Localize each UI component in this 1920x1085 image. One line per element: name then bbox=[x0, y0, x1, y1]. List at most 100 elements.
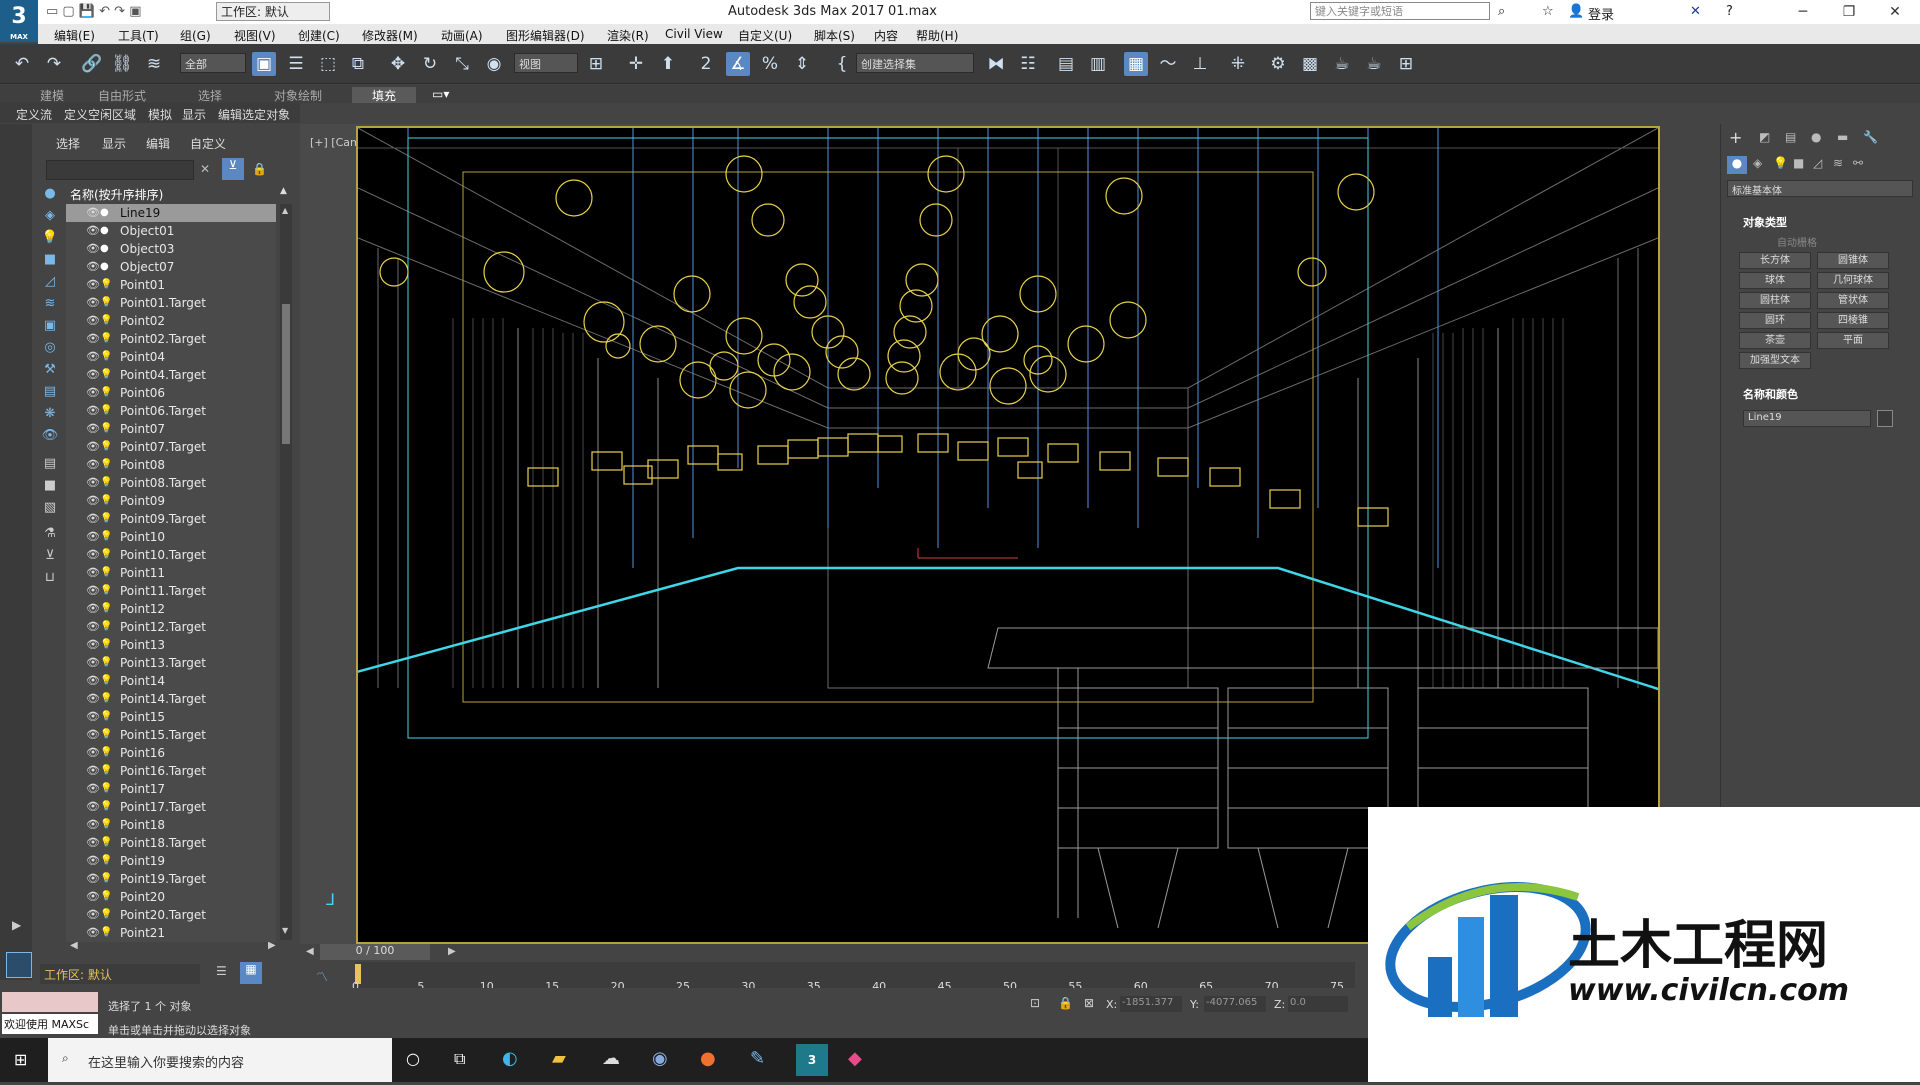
display-bones-icon[interactable]: ⚒ bbox=[40, 362, 60, 380]
redo-icon[interactable]: ↷ bbox=[42, 52, 66, 76]
column-header[interactable]: 名称(按升序排序) bbox=[70, 186, 163, 203]
visibility-eye-icon[interactable]: 👁 bbox=[86, 330, 100, 348]
explorer-row[interactable]: 👁 💡 Point15 bbox=[66, 708, 276, 726]
filter-funnel-icon[interactable]: ⊻ bbox=[40, 548, 60, 566]
hierarchy-icon[interactable]: ▧ bbox=[40, 500, 60, 518]
app-icon-1[interactable]: ☁ bbox=[602, 1048, 620, 1069]
menu-edit[interactable]: 编辑(E) bbox=[54, 27, 95, 44]
notepad-icon[interactable]: ✎ bbox=[750, 1048, 765, 1069]
list-scrollbar[interactable]: ▲ ▼ bbox=[280, 204, 292, 940]
scene-explorer-icon[interactable]: ▦ bbox=[1124, 52, 1148, 76]
visibility-eye-icon[interactable]: 👁 bbox=[86, 402, 100, 420]
visibility-eye-icon[interactable]: 👁 bbox=[86, 258, 100, 276]
select-manipulate-icon[interactable]: ✛ bbox=[624, 52, 648, 76]
object-name-input[interactable]: Line19 bbox=[1743, 410, 1871, 427]
explorer-row[interactable]: 👁 💡 Point13 bbox=[66, 636, 276, 654]
visibility-eye-icon[interactable]: 👁 bbox=[86, 888, 100, 906]
display-button[interactable]: 显示 bbox=[182, 106, 206, 123]
mirror-icon[interactable]: ⧓ bbox=[984, 52, 1008, 76]
time-next-icon[interactable]: ▶ bbox=[448, 946, 456, 957]
bind-space-warp-icon[interactable]: ≋ bbox=[142, 52, 166, 76]
visibility-eye-icon[interactable]: 👁 bbox=[86, 654, 100, 672]
clear-search-icon[interactable]: ✕ bbox=[200, 162, 210, 176]
close-x-icon[interactable]: ✕ bbox=[1690, 4, 1701, 19]
display-geometry-icon[interactable]: ● bbox=[40, 186, 60, 204]
visibility-eye-icon[interactable]: 👁 bbox=[86, 564, 100, 582]
named-selection-dropdown[interactable]: 创建选择集 bbox=[856, 53, 974, 73]
explorer-row[interactable]: 👁 💡 Point19 bbox=[66, 852, 276, 870]
workspace-dropdown[interactable]: 工作区: 默认 bbox=[216, 2, 330, 21]
visibility-eye-icon[interactable]: 👁 bbox=[86, 618, 100, 636]
rotate-icon[interactable]: ↻ bbox=[418, 52, 442, 76]
explorer-row[interactable]: 👁 💡 Point09.Target bbox=[66, 510, 276, 528]
scene-explorer-toggle-icon[interactable]: ▦ bbox=[240, 962, 262, 984]
category-dropdown[interactable]: 标准基本体 bbox=[1727, 180, 1913, 197]
helpers-category-icon[interactable]: ◿ bbox=[1813, 156, 1822, 170]
align-icon[interactable]: ☷ bbox=[1016, 52, 1040, 76]
undo-icon[interactable]: ↶ bbox=[10, 52, 34, 76]
maximize-button[interactable]: ❐ bbox=[1826, 0, 1872, 24]
menu-rendering[interactable]: 渲染(R) bbox=[607, 27, 649, 44]
curve-editor-mini-icon[interactable]: 〽 bbox=[316, 968, 328, 985]
login-link[interactable]: 登录 bbox=[1588, 4, 1614, 23]
cameras-category-icon[interactable]: ■ bbox=[1793, 156, 1804, 170]
menu-modifiers[interactable]: 修改器(M) bbox=[362, 27, 418, 44]
define-flows-button[interactable]: 定义流 bbox=[16, 106, 52, 123]
visibility-eye-icon[interactable]: 👁 bbox=[86, 780, 100, 798]
shapes-category-icon[interactable]: ◈ bbox=[1753, 156, 1762, 170]
visibility-eye-icon[interactable]: 👁 bbox=[86, 852, 100, 870]
box-button[interactable]: 长方体 bbox=[1739, 252, 1811, 269]
z-field[interactable]: 0.0 bbox=[1288, 996, 1348, 1012]
explorer-row[interactable]: 👁 💡 Point11 bbox=[66, 564, 276, 582]
spacewarps-category-icon[interactable]: ≋ bbox=[1833, 156, 1843, 170]
explorer-row[interactable]: 👁 💡 Point18 bbox=[66, 816, 276, 834]
display-tab-icon[interactable]: ▬ bbox=[1837, 130, 1848, 144]
cylinder-button[interactable]: 圆柱体 bbox=[1739, 292, 1811, 309]
visibility-eye-icon[interactable]: 👁 bbox=[86, 636, 100, 654]
rendered-frame-icon[interactable]: ▩ bbox=[1298, 52, 1322, 76]
display-cameras-icon[interactable]: ■ bbox=[40, 252, 60, 270]
taskbar-search-text[interactable]: 在这里输入你要搜索的内容 bbox=[88, 1052, 244, 1071]
explorer-row[interactable]: 👁 💡 Point18.Target bbox=[66, 834, 276, 852]
material-editor-icon[interactable]: ⁜ bbox=[1226, 52, 1250, 76]
explorer-row[interactable]: 👁 ● Object03 bbox=[66, 240, 276, 258]
menu-view[interactable]: 视图(V) bbox=[234, 27, 276, 44]
star-icon[interactable]: ☆ bbox=[1542, 4, 1554, 19]
explorer-row[interactable]: 👁 💡 Point19.Target bbox=[66, 870, 276, 888]
sort-arrow-icon[interactable]: ▲ bbox=[280, 186, 287, 196]
explorer-row[interactable]: 👁 💡 Point02 bbox=[66, 312, 276, 330]
explorer-row[interactable]: 👁 💡 Point20 bbox=[66, 888, 276, 906]
visibility-eye-icon[interactable]: 👁 bbox=[86, 222, 100, 240]
menu-help[interactable]: 帮助(H) bbox=[916, 27, 958, 44]
visibility-eye-icon[interactable]: 👁 bbox=[86, 366, 100, 384]
help-icon[interactable]: ? bbox=[1726, 4, 1733, 19]
autogrid-checkbox[interactable]: 自动栅格 bbox=[1777, 234, 1817, 249]
keyboard-shortcut-icon[interactable]: ⬆ bbox=[656, 52, 680, 76]
time-slider[interactable]: 0 / 100 bbox=[320, 944, 430, 960]
rollout-name-color[interactable]: 名称和颜色 bbox=[1743, 386, 1798, 402]
explorer-row[interactable]: 👁 💡 Point02.Target bbox=[66, 330, 276, 348]
app-icon-2[interactable]: ◉ bbox=[652, 1048, 668, 1069]
container-icon[interactable]: ⊔ bbox=[40, 570, 60, 588]
ribbon-toggle-icon[interactable]: ▭▾ bbox=[432, 87, 449, 101]
explorer-row[interactable]: 👁 💡 Point14.Target bbox=[66, 690, 276, 708]
explorer-tab-select[interactable]: 选择 bbox=[56, 135, 80, 152]
visibility-eye-icon[interactable]: 👁 bbox=[86, 312, 100, 330]
minimize-button[interactable]: ─ bbox=[1780, 0, 1826, 24]
explorer-tab-display[interactable]: 显示 bbox=[102, 135, 126, 152]
explorer-row[interactable]: 👁 💡 Point07.Target bbox=[66, 438, 276, 456]
display-none-icon[interactable]: ▤ bbox=[40, 456, 60, 474]
menu-group[interactable]: 组(G) bbox=[180, 27, 211, 44]
explorer-row[interactable]: 👁 💡 Point01.Target bbox=[66, 294, 276, 312]
visibility-eye-icon[interactable]: 👁 bbox=[86, 348, 100, 366]
place-icon[interactable]: ◉ bbox=[482, 52, 506, 76]
cortana-icon[interactable]: ○ bbox=[406, 1049, 420, 1068]
simulate-button[interactable]: 模拟 bbox=[148, 106, 172, 123]
visibility-eye-icon[interactable]: 👁 bbox=[86, 204, 100, 222]
visibility-eye-icon[interactable]: 👁 bbox=[86, 690, 100, 708]
motion-tab-icon[interactable]: ● bbox=[1811, 130, 1821, 144]
menu-graph-editors[interactable]: 图形编辑器(D) bbox=[506, 27, 585, 44]
reference-coordinate-dropdown[interactable]: 视图 bbox=[514, 53, 578, 73]
ribbon-tab-object-paint[interactable]: 对象绘制 bbox=[274, 87, 322, 104]
close-button[interactable]: ✕ bbox=[1872, 0, 1918, 24]
